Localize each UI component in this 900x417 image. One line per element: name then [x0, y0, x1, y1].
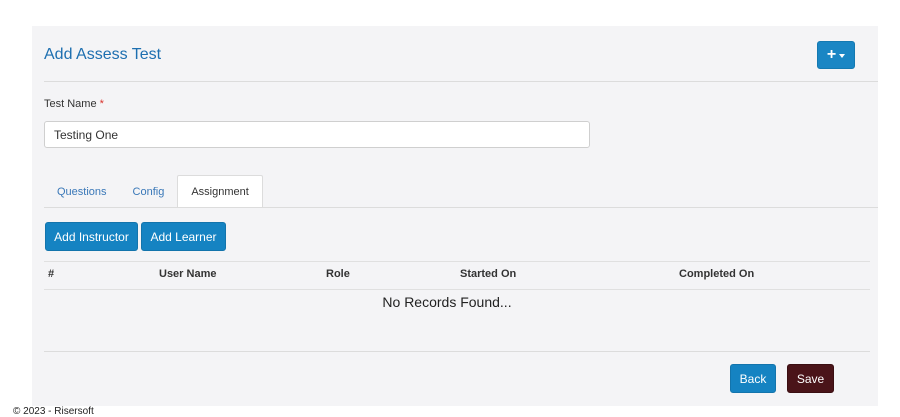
required-marker: * — [99, 98, 104, 110]
table-header-border — [44, 289, 870, 290]
test-name-label-text: Test Name — [44, 98, 97, 110]
tabs-divider — [44, 207, 878, 208]
column-header-completed-on: Completed On — [679, 268, 755, 280]
column-header-role: Role — [326, 268, 350, 280]
column-header-started-on: Started On — [460, 268, 517, 280]
footer-divider — [44, 351, 870, 352]
add-learner-button[interactable]: Add Learner — [141, 222, 226, 251]
plus-icon: + — [826, 46, 837, 63]
column-header-user-name: User Name — [159, 268, 217, 280]
add-menu-button[interactable]: + — [817, 41, 855, 69]
header-divider — [44, 81, 878, 82]
form-panel: Add Assess Test + Test Name* Questions C… — [32, 26, 878, 406]
test-name-label: Test Name * — [44, 98, 104, 110]
tab-assignment[interactable]: Assignment — [177, 175, 263, 208]
caret-down-icon — [839, 53, 846, 58]
empty-table-message: No Records Found... — [382, 294, 512, 310]
test-name-input[interactable] — [44, 121, 590, 148]
page-footer: © 2023 - Risersoft — [13, 406, 94, 417]
column-header-number: # — [48, 268, 55, 280]
tab-questions[interactable]: Questions — [44, 175, 120, 208]
page-title: Add Assess Test — [44, 46, 162, 63]
table-top-border — [44, 261, 870, 262]
tab-config[interactable]: Config — [120, 175, 178, 208]
save-button[interactable]: Save — [787, 364, 834, 393]
tab-bar: Questions Config Assignment — [44, 175, 263, 208]
add-instructor-button[interactable]: Add Instructor — [45, 222, 138, 251]
back-button[interactable]: Back — [730, 364, 776, 393]
